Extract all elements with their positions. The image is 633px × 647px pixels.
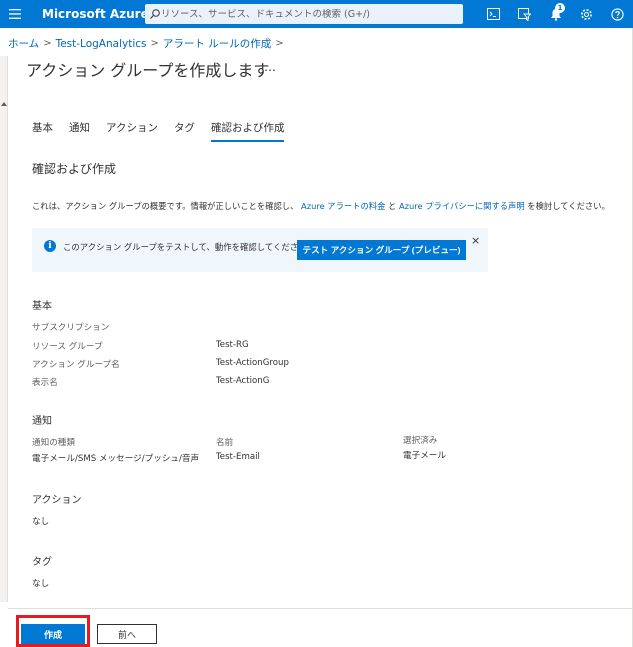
actions-value: なし [32,517,50,527]
notification-name-value: Test-Email [216,452,260,462]
actions-heading: アクション [32,495,82,506]
tab-review-create[interactable]: 確認および作成 [210,120,285,142]
notifications-bell-icon[interactable]: 1 [540,0,571,28]
top-bar: Microsoft Azure 1 [0,0,633,28]
chevron-right-icon: > [275,38,284,49]
display-name-label: 表示名 [32,378,58,388]
tab-notifications[interactable]: 通知 [69,120,90,142]
tab-basics[interactable]: 基本 [32,120,53,142]
pricing-link[interactable]: Azure アラートの料金 [301,201,385,211]
search-icon [149,5,161,24]
tags-heading: タグ [32,557,52,568]
left-scrollbar[interactable] [0,56,8,602]
breadcrumb-create-alert-rule[interactable]: アラート ルールの作成 [163,36,271,51]
test-action-group-button[interactable]: テスト アクション グループ (プレビュー) [297,240,466,260]
search-box[interactable] [145,4,463,24]
notification-badge: 1 [555,3,565,13]
close-icon[interactable]: × [471,234,480,247]
scroll-up-arrow-icon[interactable] [1,102,7,106]
review-heading: 確認および作成 [32,162,117,176]
wizard-tabs: 基本 通知 アクション タグ 確認および作成 [32,120,300,142]
brand-title[interactable]: Microsoft Azure [42,7,149,21]
resource-group-label: リソース グループ [32,342,103,352]
cloud-shell-icon[interactable] [478,0,509,28]
notifications-heading: 通知 [32,416,52,427]
basics-heading: 基本 [32,301,52,312]
notification-selected-value: 電子メール [403,451,446,461]
hamburger-menu-icon[interactable] [0,0,30,28]
page-title: アクション グループを作成します [26,61,270,80]
info-text: このアクション グループをテストして、動作を確認してください。 [63,242,315,252]
summary-text: これは、アクション グループの概要です。情報が正しいことを確認し、 Azure … [32,201,610,211]
search-input[interactable] [161,8,451,20]
resource-group-value: Test-RG [216,340,249,350]
previous-button[interactable]: 前へ [97,624,157,644]
tab-actions[interactable]: アクション [106,120,158,142]
notification-type-column: 通知の種類 [32,438,75,448]
notification-name-column: 名前 [216,438,234,448]
create-button-highlight [16,615,90,647]
help-icon[interactable] [602,0,633,28]
footer-divider [8,608,633,609]
settings-gear-icon[interactable] [571,0,602,28]
breadcrumb: ホーム > Test-LogAnalytics > アラート ルールの作成 > [8,36,284,51]
chevron-right-icon: > [150,38,159,49]
privacy-link[interactable]: Azure プライバシーに関する声明 [399,201,525,211]
chevron-right-icon: > [43,38,52,49]
action-group-name-value: Test-ActionGroup [216,358,289,368]
subscription-label: サブスクリプション [32,323,110,333]
notification-selected-column: 選択済み [403,436,438,446]
directory-filter-icon[interactable] [509,0,540,28]
more-options-icon[interactable]: … [264,60,277,74]
tags-value: なし [32,579,50,589]
test-info-banner: i このアクション グループをテストして、動作を確認してください。 テスト アク… [32,228,488,272]
breadcrumb-workspace[interactable]: Test-LogAnalytics [56,38,147,50]
notification-type-value: 電子メール/SMS メッセージ/プッシュ/音声 [32,454,200,464]
info-icon: i [44,240,56,252]
action-group-name-label: アクション グループ名 [32,360,120,370]
tab-tags[interactable]: タグ [174,120,195,142]
breadcrumb-home[interactable]: ホーム [8,36,39,51]
display-name-value: Test-ActionG [216,376,270,386]
